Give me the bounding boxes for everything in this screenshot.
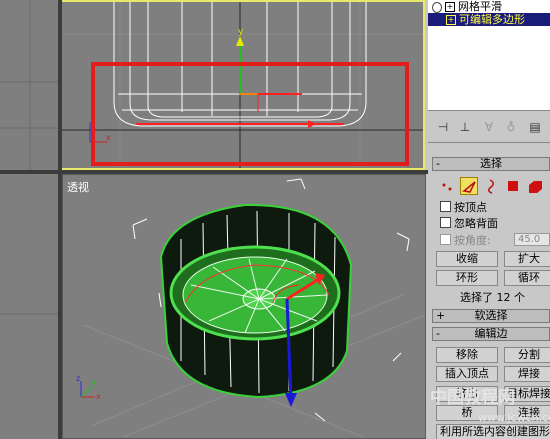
collapse-icon: - bbox=[436, 157, 440, 170]
stack-toolbar: ⊣ ⊥ ∀ ♁ ▤ bbox=[428, 112, 550, 143]
lightbulb-icon[interactable] bbox=[432, 1, 442, 13]
top-left-viewport[interactable] bbox=[0, 0, 58, 172]
shrink-button[interactable]: 收缩 bbox=[436, 251, 498, 267]
create-shape-button[interactable]: 利用所选内容创建图形 bbox=[436, 424, 550, 439]
element-icon[interactable] bbox=[526, 177, 544, 195]
make-unique-icon[interactable]: ∀ bbox=[480, 120, 498, 134]
edge-icon[interactable] bbox=[460, 177, 478, 195]
persp-axis-z-label: z bbox=[76, 374, 80, 383]
watermark-title: 中国教程网 bbox=[430, 388, 515, 408]
selection-rollout-header[interactable]: - 选择 bbox=[432, 157, 550, 171]
front-viewport[interactable]: y x bbox=[60, 0, 425, 170]
watermark-url: www.jcwcn.com bbox=[478, 411, 550, 424]
edit-edges-rollout-header[interactable]: - 编辑边 bbox=[432, 327, 550, 341]
remove-modifier-icon[interactable]: ♁ bbox=[502, 120, 520, 134]
bottom-left-viewport-grid bbox=[0, 313, 58, 315]
bottom-left-viewport[interactable] bbox=[0, 174, 58, 439]
persp-axis-x-label: x bbox=[96, 392, 101, 401]
border-icon[interactable] bbox=[482, 177, 500, 195]
soft-selection-rollout-header[interactable]: + 软选择 bbox=[432, 309, 550, 323]
ignore-backfacing-label: 忽略背面 bbox=[454, 217, 498, 230]
remove-button[interactable]: 移除 bbox=[436, 347, 498, 363]
stack-item-meshsmooth[interactable]: + 网格平滑 bbox=[428, 0, 550, 13]
by-angle-checkbox[interactable] bbox=[440, 234, 451, 245]
front-viewport-canvas: y x bbox=[62, 2, 423, 168]
subobject-level-group bbox=[438, 177, 550, 197]
top-left-viewport-grid bbox=[0, 0, 58, 172]
command-panel: + 网格平滑 + 可编辑多边形 ⊣ ⊥ ∀ ♁ ▤ - 选择 按顶点 忽略背面 … bbox=[428, 0, 550, 439]
by-angle-label: 按角度: bbox=[454, 234, 491, 247]
configure-modifier-sets-icon[interactable]: ▤ bbox=[526, 120, 544, 134]
split-button[interactable]: 分割 bbox=[504, 347, 550, 363]
polygon-icon[interactable] bbox=[504, 177, 522, 195]
angle-spinner[interactable]: 45.0 bbox=[514, 233, 550, 246]
loop-button[interactable]: 循环 bbox=[504, 270, 550, 286]
insert-vertex-button[interactable]: 插入顶点 bbox=[436, 366, 498, 382]
perspective-viewport[interactable]: 透视 z x y bbox=[62, 174, 426, 439]
persp-axis-y-label: y bbox=[91, 378, 96, 387]
max-workspace: y x 透视 z x y + 网格平滑 + 可编辑多边形 ⊣ ⊥ ∀ ♁ ▤ -… bbox=[0, 0, 550, 439]
selection-status: 选择了 12 个 bbox=[460, 291, 525, 304]
front-axis-y-label: y bbox=[238, 27, 244, 37]
modifier-stack[interactable]: + 网格平滑 + 可编辑多边形 bbox=[428, 0, 550, 111]
collapse-icon: - bbox=[436, 327, 440, 340]
pin-stack-icon[interactable]: ⊣ bbox=[434, 120, 452, 134]
stack-item-editable-poly[interactable]: + 可编辑多边形 bbox=[428, 13, 550, 26]
show-end-result-icon[interactable]: ⊥ bbox=[456, 120, 474, 134]
expand-icon[interactable]: + bbox=[445, 2, 455, 12]
vertex-icon[interactable] bbox=[438, 177, 456, 195]
expand-icon[interactable]: + bbox=[446, 15, 456, 25]
expand-icon: + bbox=[436, 309, 446, 322]
front-axis-x-label: x bbox=[106, 133, 111, 142]
perspective-viewport-canvas: z x y bbox=[76, 178, 425, 438]
by-vertex-checkbox[interactable] bbox=[440, 201, 451, 212]
stack-item-label: 可编辑多边形 bbox=[459, 13, 525, 26]
weld-button[interactable]: 焊接 bbox=[504, 366, 550, 382]
grow-button[interactable]: 扩大 bbox=[504, 251, 550, 267]
ignore-backfacing-checkbox[interactable] bbox=[440, 217, 451, 228]
stack-item-label: 网格平滑 bbox=[458, 0, 502, 13]
ring-button[interactable]: 环形 bbox=[436, 270, 498, 286]
by-vertex-label: 按顶点 bbox=[454, 201, 487, 214]
